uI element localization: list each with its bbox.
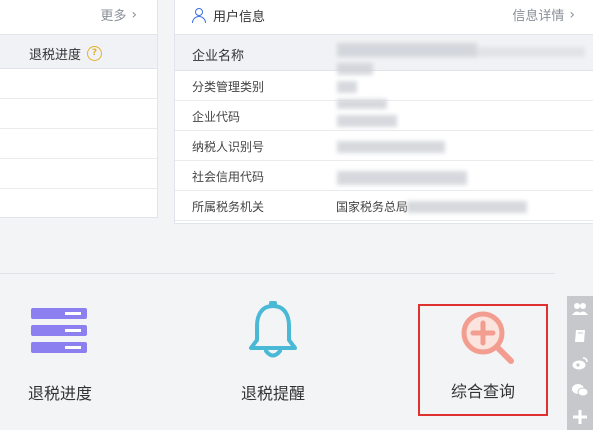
info-label: 社会信用代码 bbox=[192, 170, 265, 184]
redacted-value bbox=[337, 63, 373, 75]
wechat-icon[interactable] bbox=[567, 376, 593, 403]
table-row bbox=[0, 129, 157, 159]
weibo-icon[interactable] bbox=[567, 350, 593, 377]
redacted-value bbox=[475, 47, 585, 57]
redacted-value bbox=[337, 43, 477, 57]
info-label: 企业代码 bbox=[192, 110, 241, 124]
info-row-tax-authority: 所属税务机关 国家税务总局 bbox=[175, 191, 593, 221]
panel-header: 更多 › bbox=[0, 0, 157, 35]
info-label: 企业名称 bbox=[192, 49, 245, 64]
info-label: 所属税务机关 bbox=[192, 200, 265, 214]
panel-title: 用户信息 bbox=[213, 10, 266, 25]
redacted-value bbox=[337, 99, 387, 109]
user-icon bbox=[192, 7, 206, 24]
plus-icon[interactable] bbox=[567, 403, 593, 430]
info-value: 国家税务总局 bbox=[336, 200, 409, 214]
book-icon[interactable] bbox=[567, 323, 593, 350]
user-info-panel: 用户信息 信息详情 › 企业名称 分类管理类别 企业代码 纳税人识别号 社会信用… bbox=[174, 0, 593, 224]
table-row bbox=[0, 99, 157, 129]
info-label: 分类管理类别 bbox=[192, 80, 265, 94]
group-icon[interactable] bbox=[567, 296, 593, 323]
more-link[interactable]: 更多 › bbox=[100, 5, 137, 25]
info-label: 纳税人识别号 bbox=[192, 140, 265, 154]
redacted-value bbox=[337, 115, 397, 127]
redacted-value bbox=[337, 81, 357, 93]
column-header-label: 退税进度 bbox=[29, 48, 82, 63]
table-row bbox=[0, 69, 157, 99]
tile-label: 退税进度 bbox=[27, 384, 92, 403]
redacted-value bbox=[407, 201, 527, 213]
redacted-value bbox=[337, 171, 467, 185]
column-header: 退税进度 ? bbox=[0, 35, 157, 69]
section-divider bbox=[0, 273, 555, 274]
chevron-right-icon: › bbox=[569, 6, 575, 23]
more-label: 更多 bbox=[100, 9, 127, 24]
redacted-value bbox=[337, 141, 445, 153]
list-icon bbox=[31, 308, 87, 353]
help-icon[interactable]: ? bbox=[87, 46, 103, 61]
tile-label: 退税提醒 bbox=[240, 384, 305, 403]
info-detail-link[interactable]: 信息详情 › bbox=[512, 5, 575, 25]
side-toolbar bbox=[567, 296, 593, 430]
tile-label: 综合查询 bbox=[450, 382, 515, 401]
comprehensive-query-tile[interactable]: 综合查询 bbox=[418, 304, 548, 416]
info-row-classification: 分类管理类别 bbox=[175, 71, 593, 101]
panel-header: 用户信息 信息详情 › bbox=[175, 0, 593, 35]
zoom-in-icon bbox=[461, 311, 514, 364]
table-row bbox=[0, 159, 157, 189]
chevron-right-icon: › bbox=[131, 6, 137, 23]
info-detail-label: 信息详情 bbox=[512, 9, 565, 24]
bell-icon bbox=[249, 301, 297, 358]
refund-progress-panel: 更多 › 退税进度 ? bbox=[0, 0, 158, 218]
